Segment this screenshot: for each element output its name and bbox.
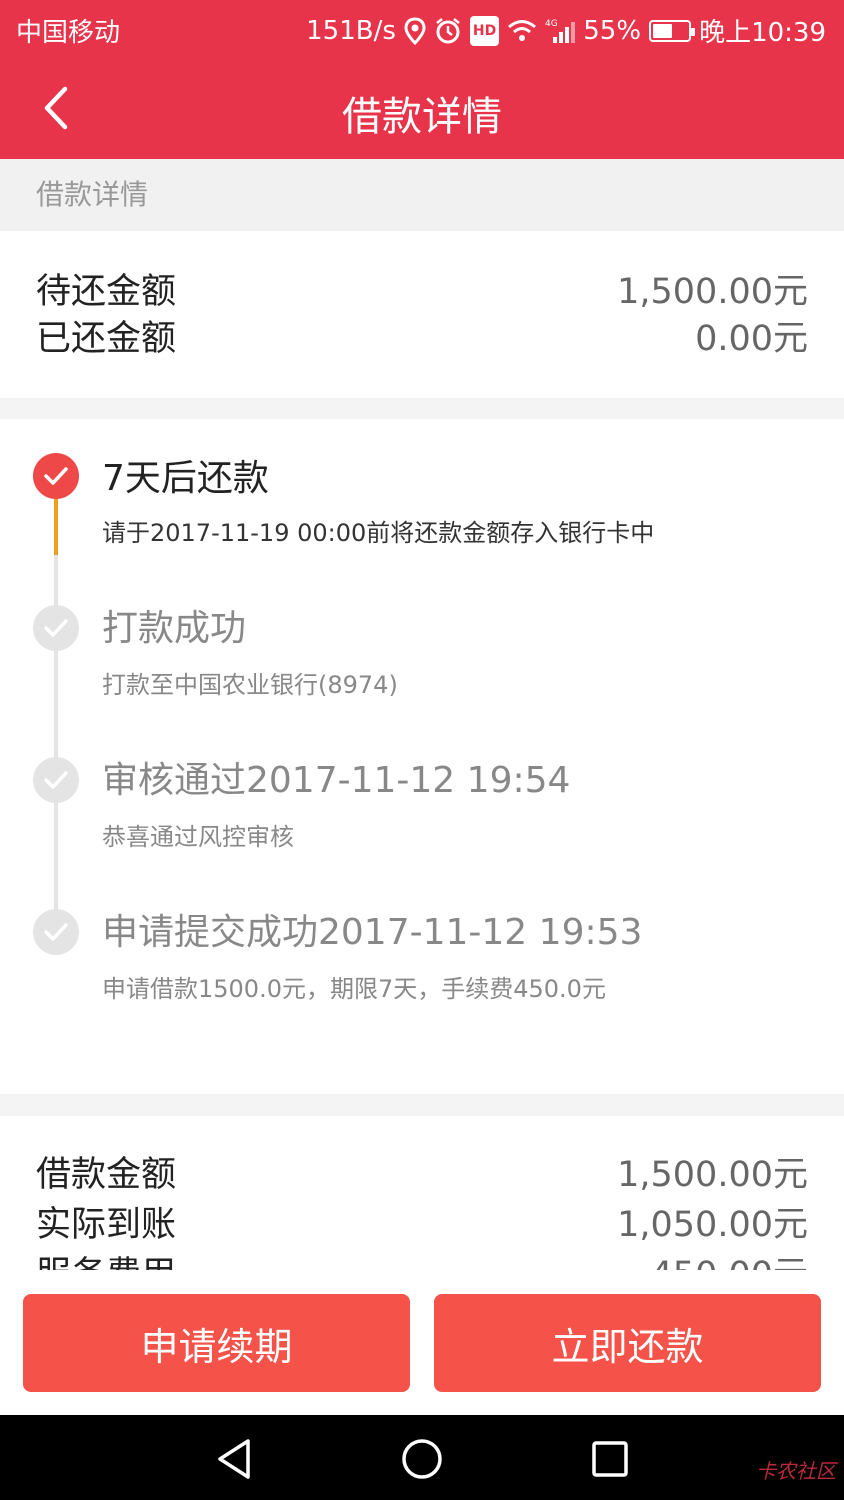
detail-row-received: 实际到账 1,050.00元 bbox=[36, 1196, 808, 1247]
detail-value: 1,050.00元 bbox=[617, 1205, 808, 1245]
check-icon bbox=[33, 909, 79, 955]
back-triangle-icon[interactable] bbox=[210, 1435, 258, 1483]
summary-value: 1,500.00元 bbox=[617, 272, 808, 312]
check-icon bbox=[33, 757, 79, 803]
timeline-step-desc: 请于2017-11-19 00:00前将还款金额存入银行卡中 bbox=[102, 519, 655, 547]
summary-row-paid: 已还金额 0.00元 bbox=[36, 310, 808, 361]
timeline-step-title: 申请提交成功2017-11-12 19:53 bbox=[102, 912, 643, 953]
repay-now-button[interactable]: 立即还款 bbox=[434, 1294, 821, 1392]
home-circle-icon[interactable] bbox=[398, 1435, 446, 1483]
summary-row-pending: 待还金额 1,500.00元 bbox=[36, 263, 808, 314]
loan-details-card: 借款金额 1,500.00元 实际到账 1,050.00元 服务费用 450.0… bbox=[0, 1116, 844, 1276]
battery-icon bbox=[649, 16, 696, 46]
status-bar: 中国移动 151B/s HD 4G 55% 晚上10:39 bbox=[0, 0, 844, 58]
detail-row-amount: 借款金额 1,500.00元 bbox=[36, 1146, 808, 1197]
check-icon bbox=[33, 453, 79, 499]
timeline-step-desc: 打款至中国农业银行(8974) bbox=[102, 671, 398, 699]
summary-label: 已还金额 bbox=[36, 319, 177, 359]
timeline-step-title: 打款成功 bbox=[102, 608, 247, 649]
action-bar: 申请续期 立即还款 bbox=[0, 1270, 844, 1415]
wifi-icon bbox=[507, 16, 537, 46]
summary-label: 待还金额 bbox=[36, 272, 177, 312]
timeline-step-desc: 恭喜通过风控审核 bbox=[102, 823, 294, 851]
page-title: 借款详情 bbox=[342, 94, 502, 140]
timeline-step-title: 审核通过2017-11-12 19:54 bbox=[102, 760, 571, 801]
check-icon bbox=[33, 605, 79, 651]
recents-square-icon[interactable] bbox=[586, 1435, 634, 1483]
loan-progress-timeline: 7天后还款 请于2017-11-19 00:00前将还款金额存入银行卡中 打款成… bbox=[0, 419, 844, 1094]
app-header: 借款详情 bbox=[0, 58, 844, 159]
timeline-step-desc: 申请借款1500.0元，期限7天，手续费450.0元 bbox=[102, 975, 606, 1003]
renew-button[interactable]: 申请续期 bbox=[23, 1294, 410, 1392]
network-speed: 151B/s bbox=[306, 15, 396, 46]
system-nav-bar: 卡农社区 bbox=[0, 1415, 844, 1500]
hd-icon: HD bbox=[469, 15, 500, 46]
svg-text:4G: 4G bbox=[545, 19, 558, 29]
alarm-icon bbox=[434, 16, 462, 46]
carrier-name: 中国移动 bbox=[16, 18, 121, 48]
timeline-connector-active bbox=[54, 499, 58, 555]
battery-percent: 55% bbox=[583, 15, 642, 46]
summary-value: 0.00元 bbox=[695, 319, 808, 359]
timeline-step-title: 7天后还款 bbox=[102, 458, 269, 499]
section-label: 借款详情 bbox=[0, 159, 844, 231]
detail-value: 1,500.00元 bbox=[617, 1155, 808, 1195]
status-icons: 151B/s HD 4G 55% 晚上10:39 bbox=[306, 12, 826, 49]
detail-label: 借款金额 bbox=[36, 1155, 177, 1195]
watermark: 卡农社区 bbox=[756, 1459, 836, 1483]
signal-icon: 4G bbox=[545, 16, 576, 46]
repayment-summary-card: 待还金额 1,500.00元 已还金额 0.00元 bbox=[0, 231, 844, 398]
clock: 晚上10:39 bbox=[699, 18, 826, 48]
location-icon bbox=[404, 16, 426, 46]
detail-label: 实际到账 bbox=[36, 1205, 177, 1245]
